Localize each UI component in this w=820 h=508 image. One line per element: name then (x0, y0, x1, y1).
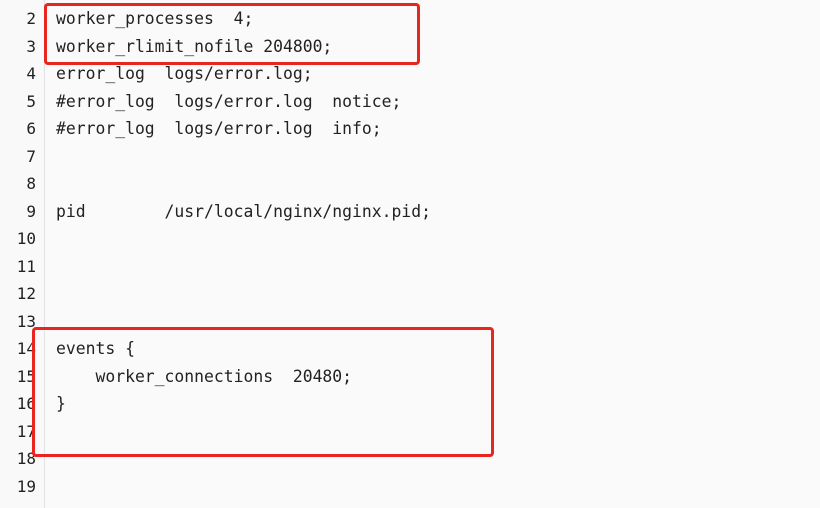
code-text: #error_log logs/error.log info; (56, 119, 382, 138)
line-number: 16 (16, 394, 36, 413)
line-number: 17 (16, 421, 36, 441)
line-8: 8 (0, 170, 820, 197)
line-number: 15 (16, 366, 36, 386)
code-text: pid /usr/local/nginx/nginx.pid; (56, 201, 431, 221)
line-number: 9 (26, 201, 36, 221)
line-5: 5 #error_log logs/error.log notice; (0, 88, 820, 115)
line-19: 19 (0, 473, 820, 500)
line-number: 13 (16, 311, 36, 331)
line-number: 4 (26, 64, 36, 83)
line-number: 12 (16, 284, 36, 303)
line-number: 8 (26, 174, 36, 193)
line-number: 5 (26, 91, 36, 111)
line-number: 14 (16, 339, 36, 358)
line-12: 12 (0, 280, 820, 307)
line-number: 2 (26, 9, 36, 28)
line-7: 7 (0, 143, 820, 170)
line-10: 10 (0, 225, 820, 252)
line-11: 11 (0, 253, 820, 280)
line-9: 9 pid /usr/local/nginx/nginx.pid; (0, 198, 820, 225)
highlight-box-worker-settings (44, 3, 420, 65)
line-number: 19 (16, 476, 36, 496)
line-number: 6 (26, 119, 36, 138)
line-number: 3 (26, 36, 36, 56)
highlight-box-events-block (32, 327, 494, 457)
line-number: 18 (16, 449, 36, 468)
line-number: 10 (16, 229, 36, 248)
code-text: #error_log logs/error.log notice; (56, 91, 402, 111)
line-number: 7 (26, 146, 36, 166)
line-number: 11 (16, 256, 36, 276)
line-6: 6 #error_log logs/error.log info; (0, 115, 820, 142)
